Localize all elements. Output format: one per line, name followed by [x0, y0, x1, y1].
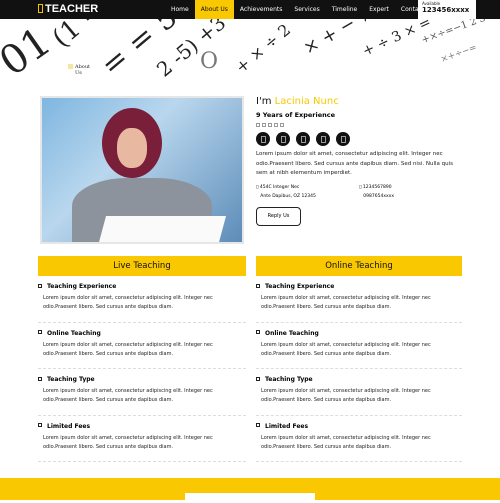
list-item: Limited Fees Lorem ipsum dolor sit amet, … — [256, 416, 462, 462]
profile-description: Lorem ipsum dolor sit amet, consectetur … — [256, 151, 453, 176]
home-icon — [68, 64, 73, 69]
profile-heading: I'm Lacinia Nunc — [256, 96, 339, 107]
phone-number: 123456xxxx — [422, 6, 470, 14]
square-icon — [256, 283, 260, 288]
live-teaching-column: Live Teaching Teaching Experience Lorem i… — [38, 256, 246, 462]
square-icon — [38, 423, 42, 427]
rating — [256, 123, 466, 127]
list-item: Online Teaching Lorem ipsum dolor sit ame… — [256, 323, 462, 369]
square-icon — [38, 283, 42, 288]
bottom-section-band — [0, 478, 500, 503]
nav-timeline[interactable]: Timeline — [326, 0, 364, 19]
square-icon — [256, 423, 260, 427]
nav-about-us[interactable]: About Us — [194, 0, 234, 19]
profile-photo — [40, 96, 244, 244]
online-teaching-column: Online Teaching Teaching Experience Lorem… — [256, 256, 462, 462]
logo[interactable]: TEACHER — [38, 3, 98, 15]
square-icon — [256, 376, 260, 381]
square-icon — [38, 376, 42, 381]
breadcrumb: About Us — [68, 64, 90, 76]
address: ▯ 454C Integer Nec Ante Dapibus, OZ 1234… — [256, 184, 316, 199]
facebook-icon[interactable] — [256, 132, 270, 146]
social-links — [256, 132, 466, 146]
google-plus-icon[interactable] — [296, 132, 310, 146]
list-item: Online Teaching Lorem ipsum dolor sit ame… — [38, 323, 246, 369]
list-item: Teaching Experience Lorem ipsum dolor sit… — [38, 276, 246, 323]
book-icon — [38, 4, 43, 13]
column-title: Online Teaching — [256, 256, 462, 276]
list-item: Teaching Experience Lorem ipsum dolor sit… — [256, 276, 462, 323]
column-title: Live Teaching — [38, 256, 246, 276]
list-item: Limited Fees Lorem ipsum dolor sit amet, … — [38, 416, 246, 462]
top-nav: TEACHER Home About Us Achievements Servi… — [0, 0, 500, 19]
nav-expert[interactable]: Expert — [363, 0, 395, 19]
phone-box: Available 123456xxxx — [418, 0, 476, 19]
star-icon — [268, 123, 272, 127]
twitter-icon[interactable] — [276, 132, 290, 146]
linkedin-icon[interactable] — [316, 132, 330, 146]
list-item: Teaching Type Lorem ipsum dolor sit amet,… — [38, 369, 246, 416]
hero-banner: 01 (1 = = = 5 2 -5) +3 O + × ÷ 2 × + − 7… — [0, 19, 500, 80]
phones: ▯ 1234567890 0987654xxxx — [359, 184, 394, 199]
main-menu: Home About Us Achievements Services Time… — [165, 0, 440, 19]
nav-services[interactable]: Services — [288, 0, 325, 19]
star-icon — [280, 123, 284, 127]
star-icon — [262, 123, 266, 127]
pinterest-icon[interactable] — [336, 132, 350, 146]
reply-us-button[interactable]: Reply Us — [256, 206, 301, 226]
nav-home[interactable]: Home — [165, 0, 195, 19]
section-title-box — [185, 493, 315, 503]
nav-achievements[interactable]: Achievements — [234, 0, 289, 19]
list-item: Teaching Type Lorem ipsum dolor sit amet,… — [256, 369, 462, 416]
square-icon — [38, 330, 42, 334]
profile-name: Lacinia Nunc — [274, 96, 339, 107]
square-icon — [256, 330, 260, 334]
star-icon — [274, 123, 278, 127]
star-icon — [256, 123, 260, 127]
contact-details: ▯ 454C Integer Nec Ante Dapibus, OZ 1234… — [256, 183, 466, 201]
profile-info: I'm Lacinia Nunc 9 Years of Experience L… — [256, 96, 466, 226]
experience: 9 Years of Experience — [256, 111, 336, 119]
